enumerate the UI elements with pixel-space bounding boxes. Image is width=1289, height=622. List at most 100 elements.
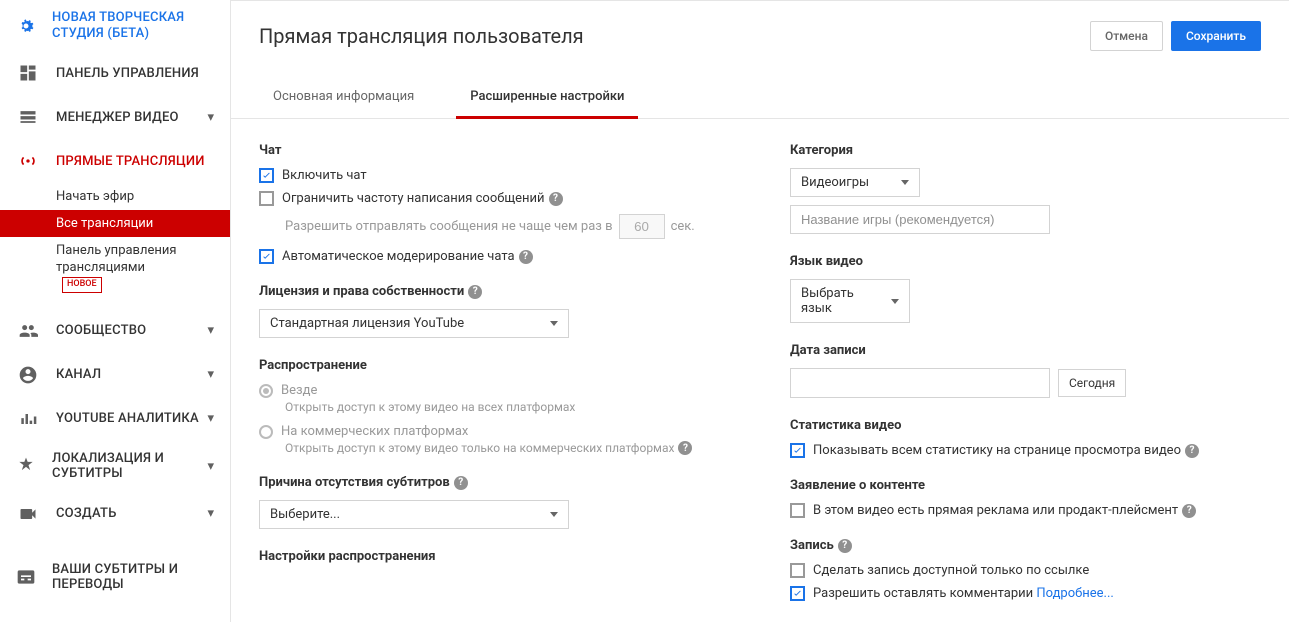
license-select[interactable]: Стандартная лицензия YouTube [259, 309, 569, 338]
chat-section-title: Чат [259, 143, 730, 158]
sidebar-item-analytics[interactable]: YOUTUBE АНАЛИТИКА ▾ [0, 397, 230, 441]
dashboard-icon [16, 61, 40, 85]
chevron-down-icon: ▾ [207, 110, 214, 125]
sidebar-item-dashboard[interactable]: ПАНЕЛЬ УПРАВЛЕНИЯ [0, 51, 230, 95]
sidebar-item-label: ПРЯМЫЕ ТРАНСЛЯЦИИ [56, 154, 205, 169]
sidebar-item-studio-beta[interactable]: НОВАЯ ТВОРЧЕСКАЯ СТУДИЯ (БЕТА) [0, 0, 230, 51]
translate-icon [16, 454, 36, 478]
sidebar-item-label: ПАНЕЛЬ УПРАВЛЕНИЯ [56, 66, 199, 81]
today-button[interactable]: Сегодня [1058, 369, 1126, 397]
tab-advanced-settings[interactable]: Расширенные настройки [456, 79, 638, 118]
analytics-icon [16, 407, 40, 431]
help-icon[interactable]: ? [838, 539, 852, 553]
content-declaration-title: Заявление о контенте [790, 478, 1261, 493]
sidebar-item-localization[interactable]: ЛОКАЛИЗАЦИЯ И СУБТИТРЫ ▾ [0, 441, 230, 492]
sidebar-item-label: КАНАЛ [56, 367, 101, 382]
record-date-title: Дата записи [790, 343, 1261, 358]
sidebar-item-label: СООБЩЕСТВО [56, 323, 146, 338]
enable-chat-label: Включить чат [282, 168, 367, 183]
stats-section-title: Статистика видео [790, 418, 1261, 433]
sidebar-item-label: ВАШИ СУБТИТРЫ И ПЕРЕВОДЫ [52, 562, 214, 593]
new-badge: НОВОЕ [62, 277, 102, 293]
chevron-down-icon: ▾ [207, 367, 214, 382]
distribution-settings-title: Настройки распространения [259, 549, 730, 564]
category-select[interactable]: Видеоигры [790, 168, 920, 197]
sub-item-live-dashboard[interactable]: Панель управления трансляциями НОВОЕ [56, 237, 230, 298]
limit-messages-label: Ограничить частоту написания сообщений [282, 191, 545, 206]
distribution-everywhere-radio[interactable] [259, 384, 273, 398]
page-title: Прямая трансляция пользователя [259, 24, 584, 48]
sidebar-item-live-streaming[interactable]: ПРЯМЫЕ ТРАНСЛЯЦИИ [0, 139, 230, 183]
learn-more-link[interactable]: Подробнее... [1036, 586, 1113, 601]
help-icon[interactable]: ? [468, 285, 482, 299]
sidebar-item-label: МЕНЕДЖЕР ВИДЕО [56, 110, 179, 125]
sidebar-item-label: YOUTUBE АНАЛИТИКА [56, 411, 199, 426]
sidebar-item-label: НОВАЯ ТВОРЧЕСКАЯ СТУДИЯ (БЕТА) [52, 10, 214, 41]
left-column: Чат Включить чат Ограничить частоту напи… [259, 143, 730, 621]
unlisted-checkbox[interactable] [790, 563, 805, 578]
help-icon[interactable]: ? [1182, 504, 1196, 518]
caret-down-icon [550, 321, 558, 326]
distribution-section-title: Распространение [259, 358, 730, 373]
chevron-down-icon: ▾ [207, 506, 214, 521]
tab-basic-info[interactable]: Основная информация [259, 79, 428, 118]
channel-icon [16, 363, 40, 387]
gear-icon [16, 14, 36, 38]
subtitles-icon [16, 565, 36, 589]
caret-down-icon [891, 299, 899, 304]
main-content: Прямая трансляция пользователя Отмена Со… [230, 0, 1289, 622]
category-section-title: Категория [790, 143, 1261, 158]
video-manager-icon [16, 105, 40, 129]
page-header: Прямая трансляция пользователя Отмена Со… [231, 1, 1289, 79]
language-select[interactable]: Выбрать язык [790, 279, 910, 323]
limit-messages-checkbox[interactable] [259, 191, 274, 206]
sidebar: НОВАЯ ТВОРЧЕСКАЯ СТУДИЯ (БЕТА) ПАНЕЛЬ УП… [0, 0, 230, 622]
chevron-down-icon: ▾ [207, 323, 214, 338]
sidebar-item-create[interactable]: СОЗДАТЬ ▾ [0, 492, 230, 536]
live-streaming-submenu: Начать эфир Все трансляции Панель управл… [0, 183, 230, 298]
sidebar-item-video-manager[interactable]: МЕНЕДЖЕР ВИДЕО ▾ [0, 95, 230, 139]
broadcast-icon [16, 149, 40, 173]
help-icon[interactable]: ? [519, 250, 533, 264]
sub-item-all-streams[interactable]: Все трансляции [0, 210, 230, 237]
help-icon[interactable]: ? [678, 441, 692, 455]
automod-label: Автоматическое модерирование чата [282, 249, 515, 264]
show-stats-checkbox[interactable] [790, 443, 805, 458]
sidebar-item-channel[interactable]: КАНАЛ ▾ [0, 353, 230, 397]
allow-comments-label: Разрешить оставлять комментарии [813, 586, 1033, 601]
message-frequency-input[interactable] [619, 214, 665, 239]
sub-item-stream-now[interactable]: Начать эфир [56, 183, 230, 210]
community-icon [16, 319, 40, 343]
enable-chat-checkbox[interactable] [259, 168, 274, 183]
help-icon[interactable]: ? [1185, 444, 1199, 458]
caret-down-icon [550, 512, 558, 517]
paid-promotion-checkbox[interactable] [790, 503, 805, 518]
chevron-down-icon: ▾ [207, 411, 214, 426]
show-stats-label: Показывать всем статистику на странице п… [813, 443, 1181, 458]
camera-icon [16, 502, 40, 526]
captions-reason-select[interactable]: Выберите... [259, 500, 569, 529]
chevron-down-icon: ▾ [207, 459, 214, 474]
automod-checkbox[interactable] [259, 249, 274, 264]
captions-reason-title: Причина отсутствия субтитров [259, 475, 450, 490]
unlisted-label: Сделать запись доступной только по ссылк… [813, 563, 1089, 578]
sidebar-item-community[interactable]: СООБЩЕСТВО ▾ [0, 309, 230, 353]
cancel-button[interactable]: Отмена [1090, 21, 1163, 51]
save-button[interactable]: Сохранить [1171, 21, 1261, 51]
tabs: Основная информация Расширенные настройк… [231, 79, 1289, 119]
game-title-input[interactable] [790, 205, 1050, 234]
sidebar-item-your-contributions[interactable]: ВАШИ СУБТИТРЫ И ПЕРЕВОДЫ [0, 552, 230, 603]
record-date-input[interactable] [790, 368, 1050, 398]
right-column: Категория Видеоигры Язык видео Выбрать я… [790, 143, 1261, 621]
license-section-title: Лицензия и права собственности [259, 284, 464, 299]
help-icon[interactable]: ? [549, 192, 563, 206]
allow-comments-checkbox[interactable] [790, 586, 805, 601]
sidebar-item-label: СОЗДАТЬ [56, 506, 117, 521]
language-section-title: Язык видео [790, 254, 1261, 269]
distribution-monetized-radio[interactable] [259, 425, 273, 439]
paid-promotion-label: В этом видео есть прямая реклама или про… [813, 503, 1178, 518]
recording-section-title: Запись [790, 538, 834, 553]
caret-down-icon [901, 180, 909, 185]
sidebar-item-label: ЛОКАЛИЗАЦИЯ И СУБТИТРЫ [52, 451, 207, 482]
help-icon[interactable]: ? [454, 476, 468, 490]
